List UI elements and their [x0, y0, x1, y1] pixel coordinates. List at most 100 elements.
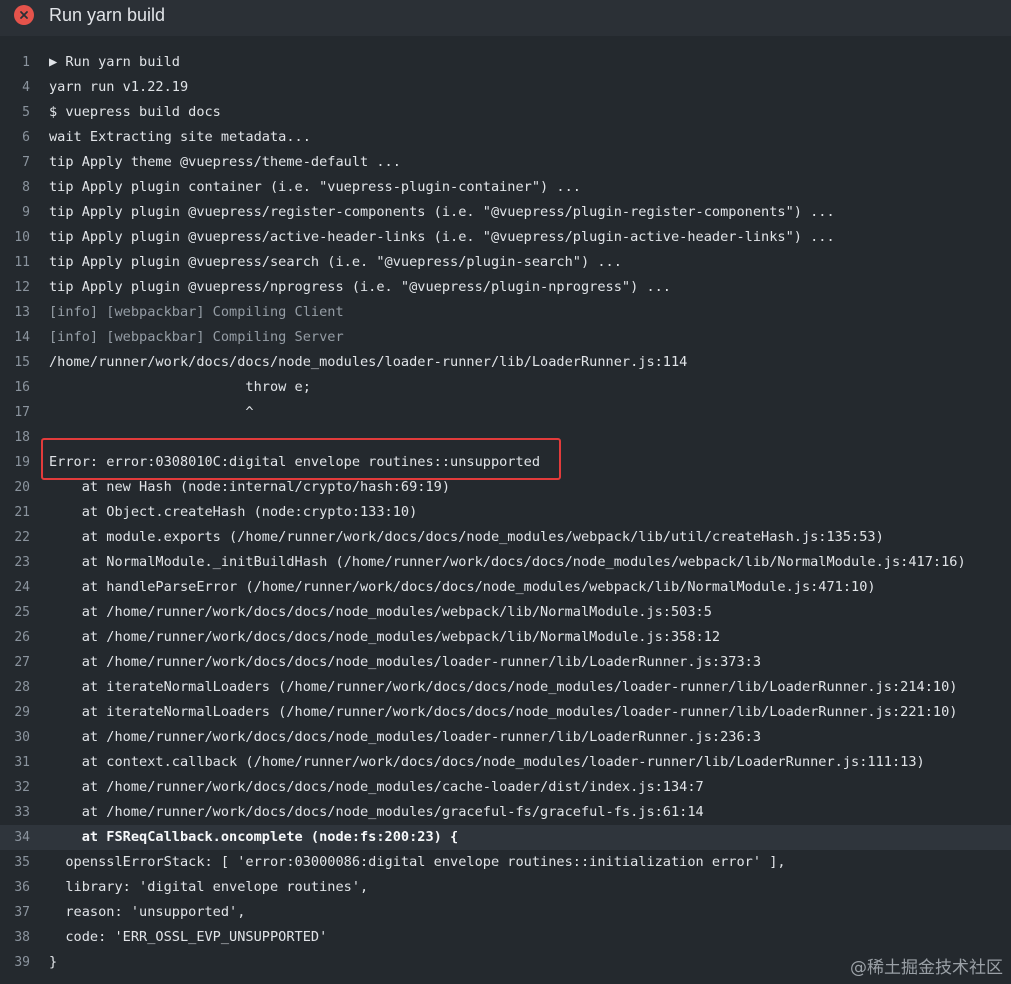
log-line[interactable]: 7 tip Apply theme @vuepress/theme-default…: [0, 150, 1011, 175]
log-line[interactable]: 17 ^: [0, 400, 1011, 425]
line-number[interactable]: 12: [0, 275, 30, 300]
line-number[interactable]: 25: [0, 600, 30, 625]
log-text: $ vuepress build docs: [49, 104, 221, 120]
log-line[interactable]: 37 reason: 'unsupported',: [0, 900, 1011, 925]
log-line[interactable]: 13 [info] [webpackbar] Compiling Client: [0, 300, 1011, 325]
line-number[interactable]: 4: [0, 75, 30, 100]
log-text: /home/runner/work/docs/docs/node_modules…: [49, 354, 688, 370]
log-line[interactable]: 12 tip Apply plugin @vuepress/nprogress (…: [0, 275, 1011, 300]
line-number[interactable]: 29: [0, 700, 30, 725]
log-line[interactable]: 28 at iterateNormalLoaders (/home/runner…: [0, 675, 1011, 700]
log-line[interactable]: 32 at /home/runner/work/docs/docs/node_m…: [0, 775, 1011, 800]
log-text: at /home/runner/work/docs/docs/node_modu…: [49, 779, 704, 795]
log-text: at handleParseError (/home/runner/work/d…: [49, 579, 876, 595]
log-text: at /home/runner/work/docs/docs/node_modu…: [49, 629, 721, 645]
line-number[interactable]: 18: [0, 425, 30, 450]
log-line[interactable]: 25 at /home/runner/work/docs/docs/node_m…: [0, 600, 1011, 625]
log-text: code: 'ERR_OSSL_EVP_UNSUPPORTED': [49, 929, 328, 945]
log-text: ▶ Run yarn build: [49, 54, 180, 70]
log-line[interactable]: 34 at FSReqCallback.oncomplete (node:fs:…: [0, 825, 1011, 850]
line-number[interactable]: 32: [0, 775, 30, 800]
log-line[interactable]: 14 [info] [webpackbar] Compiling Server: [0, 325, 1011, 350]
log-text: at NormalModule._initBuildHash (/home/ru…: [49, 554, 966, 570]
line-number[interactable]: 6: [0, 125, 30, 150]
line-number[interactable]: 20: [0, 475, 30, 500]
log-text: wait Extracting site metadata...: [49, 129, 311, 145]
line-number[interactable]: 16: [0, 375, 30, 400]
log-text: library: 'digital envelope routines',: [49, 879, 369, 895]
log-text: yarn run v1.22.19: [49, 79, 189, 95]
line-number[interactable]: 10: [0, 225, 30, 250]
line-number[interactable]: 19: [0, 450, 30, 475]
log-text: at context.callback (/home/runner/work/d…: [49, 754, 925, 770]
log-text: at iterateNormalLoaders (/home/runner/wo…: [49, 704, 958, 720]
line-number[interactable]: 9: [0, 200, 30, 225]
log-line[interactable]: 23 at NormalModule._initBuildHash (/home…: [0, 550, 1011, 575]
line-number[interactable]: 13: [0, 300, 30, 325]
log-line[interactable]: 15/home/runner/work/docs/docs/node_modul…: [0, 350, 1011, 375]
log-line[interactable]: 10 tip Apply plugin @vuepress/active-head…: [0, 225, 1011, 250]
line-number[interactable]: 38: [0, 925, 30, 950]
log-line[interactable]: 1 ▶ Run yarn build: [0, 50, 1011, 75]
log-line[interactable]: 31 at context.callback (/home/runner/wor…: [0, 750, 1011, 775]
line-number[interactable]: 7: [0, 150, 30, 175]
log-line[interactable]: 38 code: 'ERR_OSSL_EVP_UNSUPPORTED': [0, 925, 1011, 950]
line-number[interactable]: 28: [0, 675, 30, 700]
log-text: at FSReqCallback.oncomplete (node:fs:200…: [49, 829, 459, 845]
log-line[interactable]: 8 tip Apply plugin container (i.e. "vuepr…: [0, 175, 1011, 200]
log-line[interactable]: 6 wait Extracting site metadata...: [0, 125, 1011, 150]
line-number[interactable]: 26: [0, 625, 30, 650]
log-text: [info] [webpackbar] Compiling Client: [49, 304, 344, 320]
line-number[interactable]: 35: [0, 850, 30, 875]
error-highlight-box: [41, 438, 561, 480]
line-number[interactable]: 11: [0, 250, 30, 275]
line-number[interactable]: 27: [0, 650, 30, 675]
log-line[interactable]: 24 at handleParseError (/home/runner/wor…: [0, 575, 1011, 600]
line-number[interactable]: 36: [0, 875, 30, 900]
log-text: reason: 'unsupported',: [49, 904, 246, 920]
line-number[interactable]: 21: [0, 500, 30, 525]
line-number[interactable]: 37: [0, 900, 30, 925]
log-line[interactable]: 36 library: 'digital envelope routines',: [0, 875, 1011, 900]
log-line[interactable]: 26 at /home/runner/work/docs/docs/node_m…: [0, 625, 1011, 650]
log-line[interactable]: 27 at /home/runner/work/docs/docs/node_m…: [0, 650, 1011, 675]
log-text: at module.exports (/home/runner/work/doc…: [49, 529, 884, 545]
line-number[interactable]: 17: [0, 400, 30, 425]
line-number[interactable]: 22: [0, 525, 30, 550]
line-number[interactable]: 1: [0, 50, 30, 75]
log-line[interactable]: 11 tip Apply plugin @vuepress/search (i.e…: [0, 250, 1011, 275]
log-line[interactable]: 5 $ vuepress build docs: [0, 100, 1011, 125]
line-number[interactable]: 23: [0, 550, 30, 575]
line-number[interactable]: 5: [0, 100, 30, 125]
log-line[interactable]: 9 tip Apply plugin @vuepress/register-com…: [0, 200, 1011, 225]
log-line[interactable]: 33 at /home/runner/work/docs/docs/node_m…: [0, 800, 1011, 825]
step-header[interactable]: Run yarn build: [0, 0, 1011, 36]
log-text: tip Apply plugin container (i.e. "vuepre…: [49, 179, 581, 195]
log-line[interactable]: 29 at iterateNormalLoaders (/home/runner…: [0, 700, 1011, 725]
log-text: [info] [webpackbar] Compiling Server: [49, 329, 344, 345]
line-number[interactable]: 14: [0, 325, 30, 350]
line-number[interactable]: 15: [0, 350, 30, 375]
watermark: @稀土掘金技术社区: [850, 958, 1003, 978]
log-line[interactable]: 30 at /home/runner/work/docs/docs/node_m…: [0, 725, 1011, 750]
log-line[interactable]: 35 opensslErrorStack: [ 'error:03000086:…: [0, 850, 1011, 875]
line-number[interactable]: 33: [0, 800, 30, 825]
step-title: Run yarn build: [49, 5, 166, 25]
line-number[interactable]: 30: [0, 725, 30, 750]
log-text: throw e;: [49, 379, 311, 395]
log-text: }: [49, 954, 58, 970]
log-text: tip Apply plugin @vuepress/nprogress (i.…: [49, 279, 671, 295]
log-text: at Object.createHash (node:crypto:133:10…: [49, 504, 418, 520]
line-number[interactable]: 24: [0, 575, 30, 600]
line-number[interactable]: 31: [0, 750, 30, 775]
log-line[interactable]: 21 at Object.createHash (node:crypto:133…: [0, 500, 1011, 525]
line-number[interactable]: 8: [0, 175, 30, 200]
log-line[interactable]: 4 yarn run v1.22.19: [0, 75, 1011, 100]
log-line[interactable]: 22 at module.exports (/home/runner/work/…: [0, 525, 1011, 550]
log-text: at /home/runner/work/docs/docs/node_modu…: [49, 654, 762, 670]
log-line[interactable]: 16 throw e;: [0, 375, 1011, 400]
line-number[interactable]: 39: [0, 950, 30, 975]
log-text: at /home/runner/work/docs/docs/node_modu…: [49, 804, 704, 820]
log-text: tip Apply plugin @vuepress/active-header…: [49, 229, 835, 245]
line-number[interactable]: 34: [0, 825, 30, 850]
